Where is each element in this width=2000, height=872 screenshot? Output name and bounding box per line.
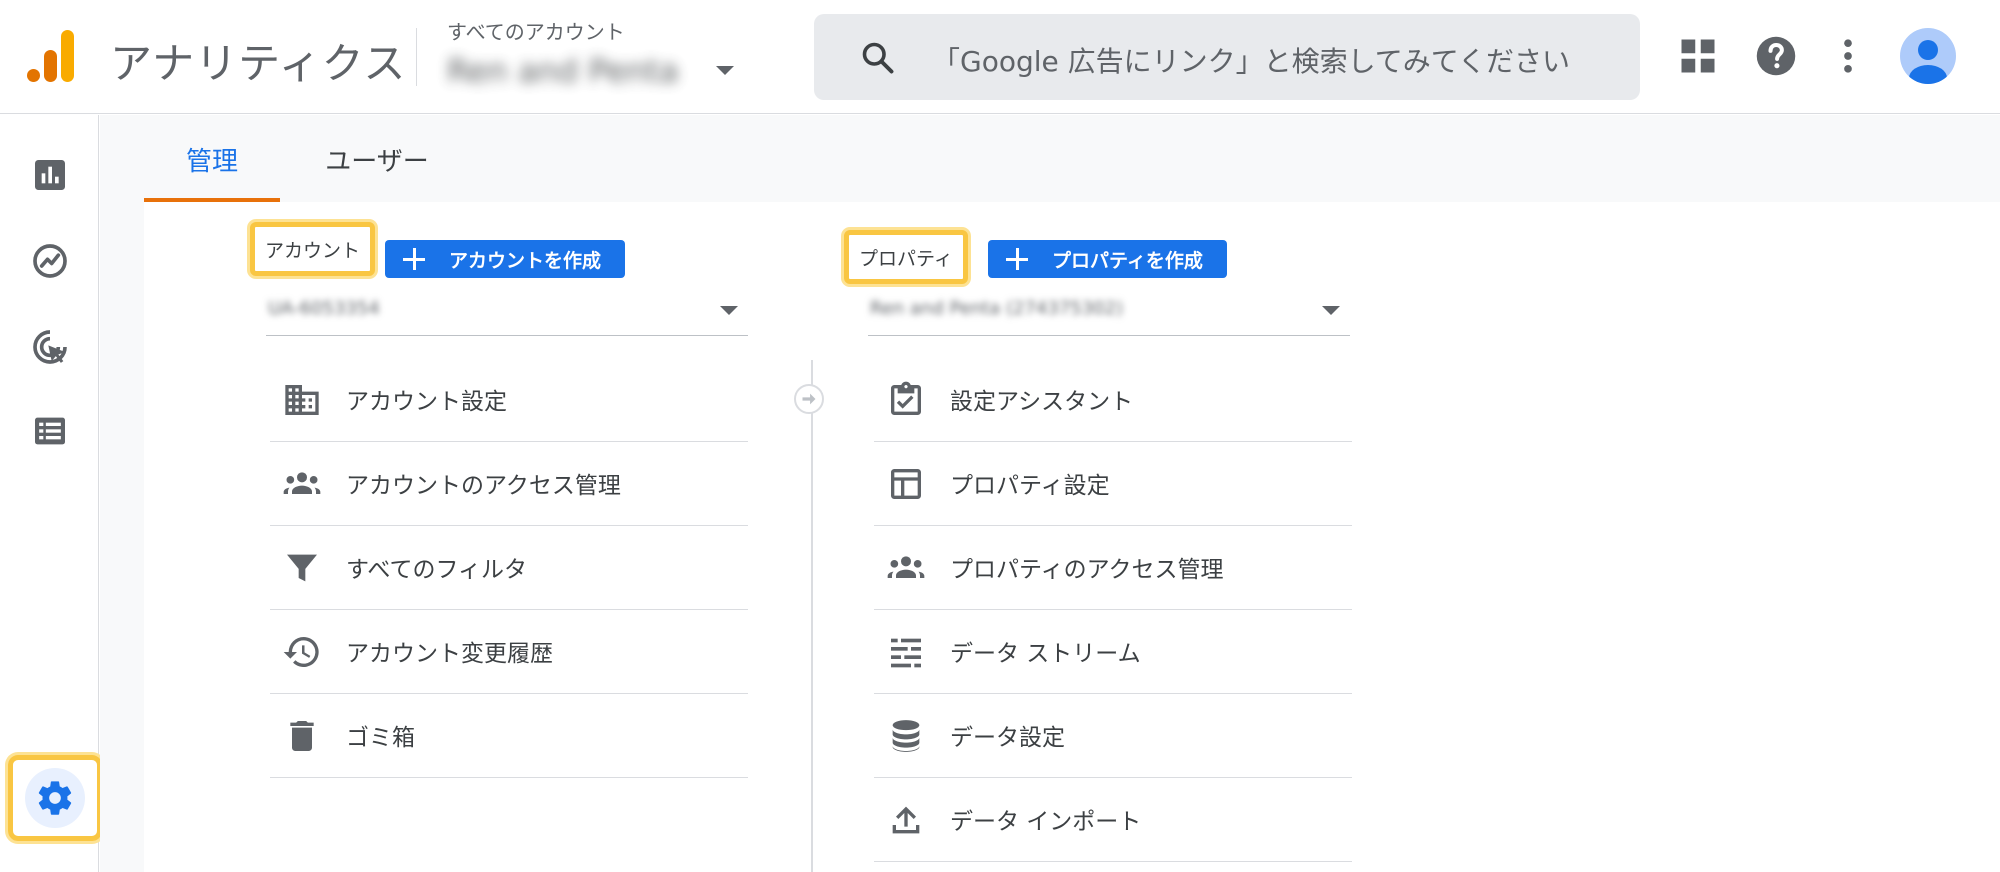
menu-item-property-settings[interactable]: プロパティ設定 — [874, 442, 1352, 526]
property-picker-value: Ren and Penta (274375302) — [870, 298, 1124, 319]
data-stream-icon — [891, 638, 921, 668]
app-title: アナリティクス — [110, 39, 407, 88]
menu-item-setup-assistant[interactable]: 設定アシスタント — [874, 358, 1352, 442]
more-vert-icon[interactable] — [1826, 34, 1870, 78]
configure-icon[interactable] — [30, 411, 70, 451]
menu-item-label: データ インポート — [950, 809, 1142, 835]
create-property-button[interactable]: プロパティを作成 — [988, 240, 1227, 278]
create-account-button[interactable]: アカウントを作成 — [385, 240, 626, 278]
account-picker[interactable]: UA-6053354 — [266, 286, 748, 336]
menu-item-label: 設定アシスタント — [950, 389, 1134, 415]
account-avatar-icon[interactable] — [1900, 28, 1956, 84]
account-menu: アカウント設定 アカウントのアクセス管理 すべてのフィルタ アカウント変更履歴 … — [270, 358, 748, 778]
property-picker[interactable]: Ren and Penta (274375302) — [868, 286, 1350, 336]
admin-icon-background — [25, 768, 85, 828]
chevron-down-icon — [1322, 306, 1340, 315]
menu-item-trash[interactable]: ゴミ箱 — [270, 694, 748, 778]
menu-item-label: データ ストリーム — [950, 641, 1141, 667]
admin-button[interactable] — [8, 755, 102, 841]
explore-icon[interactable] — [30, 241, 70, 281]
menu-item-label: ゴミ箱 — [346, 725, 415, 751]
database-icon — [892, 720, 920, 752]
menu-item-label: プロパティ設定 — [950, 473, 1110, 499]
search-input[interactable]: 「Google 広告にリンク」と検索してみてください — [814, 14, 1640, 100]
top-header: アナリティクス すべてのアカウント Ren and Penta 「Google … — [0, 0, 2000, 114]
create-account-label: アカウントを作成 — [449, 250, 602, 272]
menu-item-account-access[interactable]: アカウントのアクセス管理 — [270, 442, 748, 526]
chevron-down-icon — [720, 306, 738, 315]
plus-icon — [403, 248, 425, 270]
arrow-right-icon — [794, 384, 824, 414]
tab-users[interactable]: ユーザー — [312, 115, 442, 202]
analytics-logo-icon[interactable] — [27, 30, 75, 82]
account-picker-value: UA-6053354 — [268, 298, 380, 319]
header-divider — [416, 28, 417, 86]
create-property-label: プロパティを作成 — [1052, 250, 1203, 272]
menu-item-all-filters[interactable]: すべてのフィルタ — [270, 526, 748, 610]
history-icon — [283, 637, 319, 667]
person-icon — [1909, 40, 1947, 84]
clipboard-check-icon — [891, 381, 921, 415]
account-selector[interactable]: Ren and Penta — [447, 52, 679, 90]
filter-icon — [287, 554, 317, 582]
building-icon — [285, 385, 319, 415]
help-icon[interactable] — [1754, 34, 1798, 78]
menu-item-data-settings[interactable]: データ設定 — [874, 694, 1352, 778]
menu-item-label: データ設定 — [950, 725, 1065, 751]
layout-icon — [891, 469, 921, 499]
property-column-label: プロパティ — [844, 230, 968, 284]
advertising-icon[interactable] — [30, 327, 70, 367]
menu-item-account-settings[interactable]: アカウント設定 — [270, 358, 748, 442]
menu-item-label: アカウントのアクセス管理 — [346, 473, 621, 499]
menu-item-data-streams[interactable]: データ ストリーム — [874, 610, 1352, 694]
menu-item-label: アカウント変更履歴 — [346, 641, 553, 667]
menu-item-property-access[interactable]: プロパティのアクセス管理 — [874, 526, 1352, 610]
search-icon — [862, 42, 894, 74]
reports-icon[interactable] — [30, 155, 70, 195]
people-icon — [283, 472, 321, 494]
menu-item-label: プロパティのアクセス管理 — [950, 557, 1224, 583]
tab-admin[interactable]: 管理 — [144, 115, 280, 202]
menu-item-account-history[interactable]: アカウント変更履歴 — [270, 610, 748, 694]
apps-icon[interactable] — [1676, 34, 1720, 78]
column-divider — [811, 360, 813, 872]
menu-item-data-import[interactable]: データ インポート — [874, 778, 1352, 862]
arrow-glyph — [802, 393, 816, 405]
account-column-label: アカウント — [250, 222, 376, 276]
admin-gear-icon — [38, 781, 72, 815]
menu-item-label: すべてのフィルタ — [346, 557, 528, 583]
search-placeholder: 「Google 広告にリンク」と検索してみてください — [932, 45, 1570, 78]
menu-item-label: アカウント設定 — [346, 389, 507, 415]
account-caption: すべてのアカウント — [447, 20, 625, 44]
chevron-down-icon[interactable] — [716, 66, 734, 75]
property-menu: 設定アシスタント プロパティ設定 プロパティのアクセス管理 データ ストリーム — [874, 358, 1352, 862]
upload-icon — [892, 806, 920, 834]
people-icon — [887, 556, 925, 578]
left-nav-rail — [0, 115, 102, 872]
plus-icon — [1006, 248, 1028, 270]
trash-icon — [290, 721, 314, 751]
